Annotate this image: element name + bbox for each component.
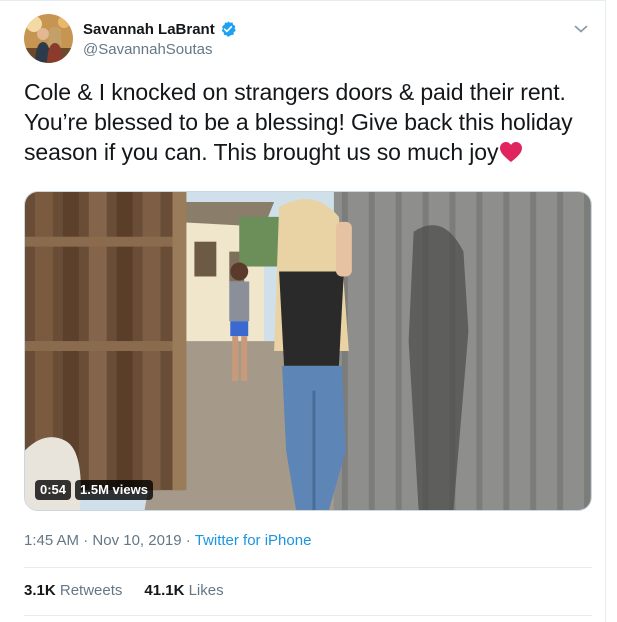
video-thumbnail — [25, 192, 591, 510]
avatar[interactable] — [24, 14, 73, 63]
video-duration-badge: 0:54 — [35, 480, 72, 500]
likes-stat[interactable]: 41.1K Likes — [144, 582, 223, 599]
red-heart-icon — [499, 140, 523, 162]
divider — [24, 567, 592, 568]
tweet-text-line: Cole & I knocked on strangers doors & pa… — [24, 79, 566, 105]
retweets-count: 3.1K — [24, 582, 56, 599]
likes-label: Likes — [188, 582, 224, 599]
tweet-text-line: You’re blessed to be a blessing! Give ba… — [24, 109, 573, 135]
tweet-text: Cole & I knocked on strangers doors & pa… — [24, 77, 584, 167]
tweet-text-line-content: season if you can. This brought us so mu… — [24, 139, 499, 165]
tweet-date[interactable]: Nov 10, 2019 — [92, 532, 181, 549]
video-player[interactable]: 0:54 1.5M views — [24, 191, 592, 511]
tweet-timestamp: 1:45 AM · Nov 10, 2019 · Twitter for iPh… — [24, 532, 311, 549]
meta-separator: · — [83, 532, 89, 549]
chevron-down-icon[interactable] — [572, 20, 590, 38]
author-display-name[interactable]: Savannah LaBrant — [83, 21, 215, 38]
divider — [24, 615, 592, 616]
video-overlay-badges: 0:54 1.5M views — [35, 480, 153, 500]
retweets-label: Retweets — [59, 582, 123, 599]
tweet-card: Savannah LaBrant @SavannahSoutas Cole & … — [0, 0, 606, 622]
verified-badge-icon — [219, 20, 237, 38]
retweets-stat[interactable]: 3.1K Retweets — [24, 582, 122, 599]
tweet-stats: 3.1K Retweets 41.1K Likes — [24, 582, 224, 599]
tweet-time[interactable]: 1:45 AM — [24, 532, 79, 549]
author-handle[interactable]: @SavannahSoutas — [83, 41, 213, 58]
tweet-text-line: season if you can. This brought us so mu… — [24, 137, 584, 167]
likes-count: 41.1K — [144, 582, 185, 599]
meta-separator: · — [185, 532, 191, 549]
video-views-badge: 1.5M views — [75, 480, 153, 500]
tweet-source-link[interactable]: Twitter for iPhone — [195, 532, 312, 549]
